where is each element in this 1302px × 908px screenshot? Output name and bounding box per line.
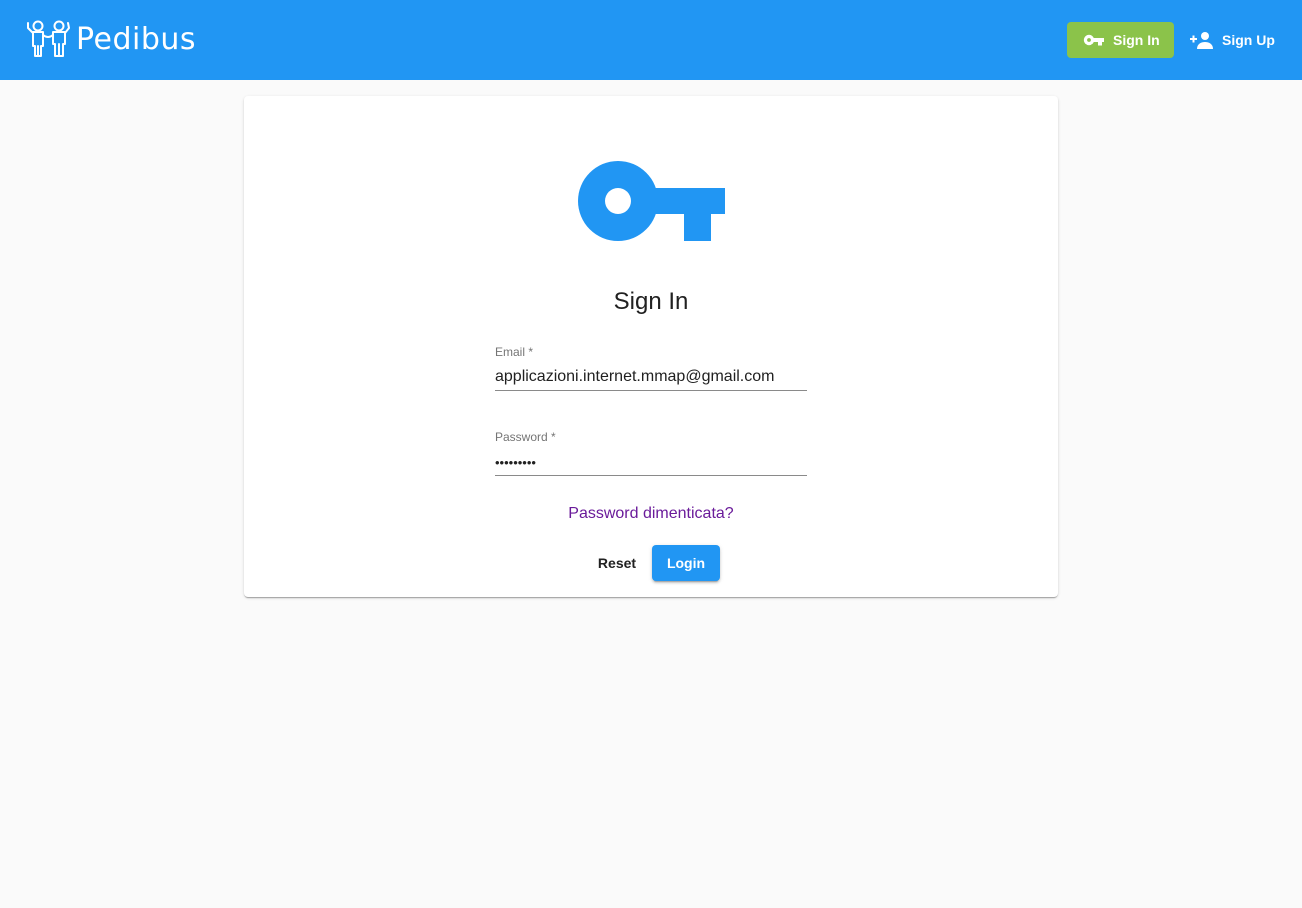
nav-sign-up-button[interactable]: Sign Up	[1182, 22, 1282, 58]
forgot-password-link[interactable]: Password dimenticata?	[244, 505, 1058, 523]
children-holding-hands-icon	[26, 19, 70, 59]
password-field[interactable]	[495, 449, 807, 476]
email-label: Email *	[495, 345, 534, 359]
person-add-icon	[1190, 31, 1214, 49]
login-button[interactable]: Login	[652, 545, 720, 581]
key-icon	[1083, 34, 1105, 46]
nav-sign-in-label: Sign In	[1113, 32, 1160, 48]
reset-button[interactable]: Reset	[587, 545, 647, 581]
brand[interactable]: Pedibus	[26, 18, 196, 60]
top-toolbar: Pedibus Sign In Sign Up	[0, 0, 1302, 80]
page-title: Sign In	[613, 288, 689, 315]
app-name: Pedibus	[76, 21, 197, 57]
password-label: Password *	[495, 430, 556, 444]
password-field-group: Password *	[495, 429, 807, 476]
nav-sign-in-button[interactable]: Sign In	[1067, 22, 1174, 58]
email-field[interactable]	[495, 364, 807, 391]
key-icon	[578, 161, 725, 246]
nav-sign-up-label: Sign Up	[1222, 32, 1275, 48]
email-field-group: Email *	[495, 344, 807, 391]
sign-in-card: Sign In Email * Password * Password dime…	[244, 96, 1058, 597]
